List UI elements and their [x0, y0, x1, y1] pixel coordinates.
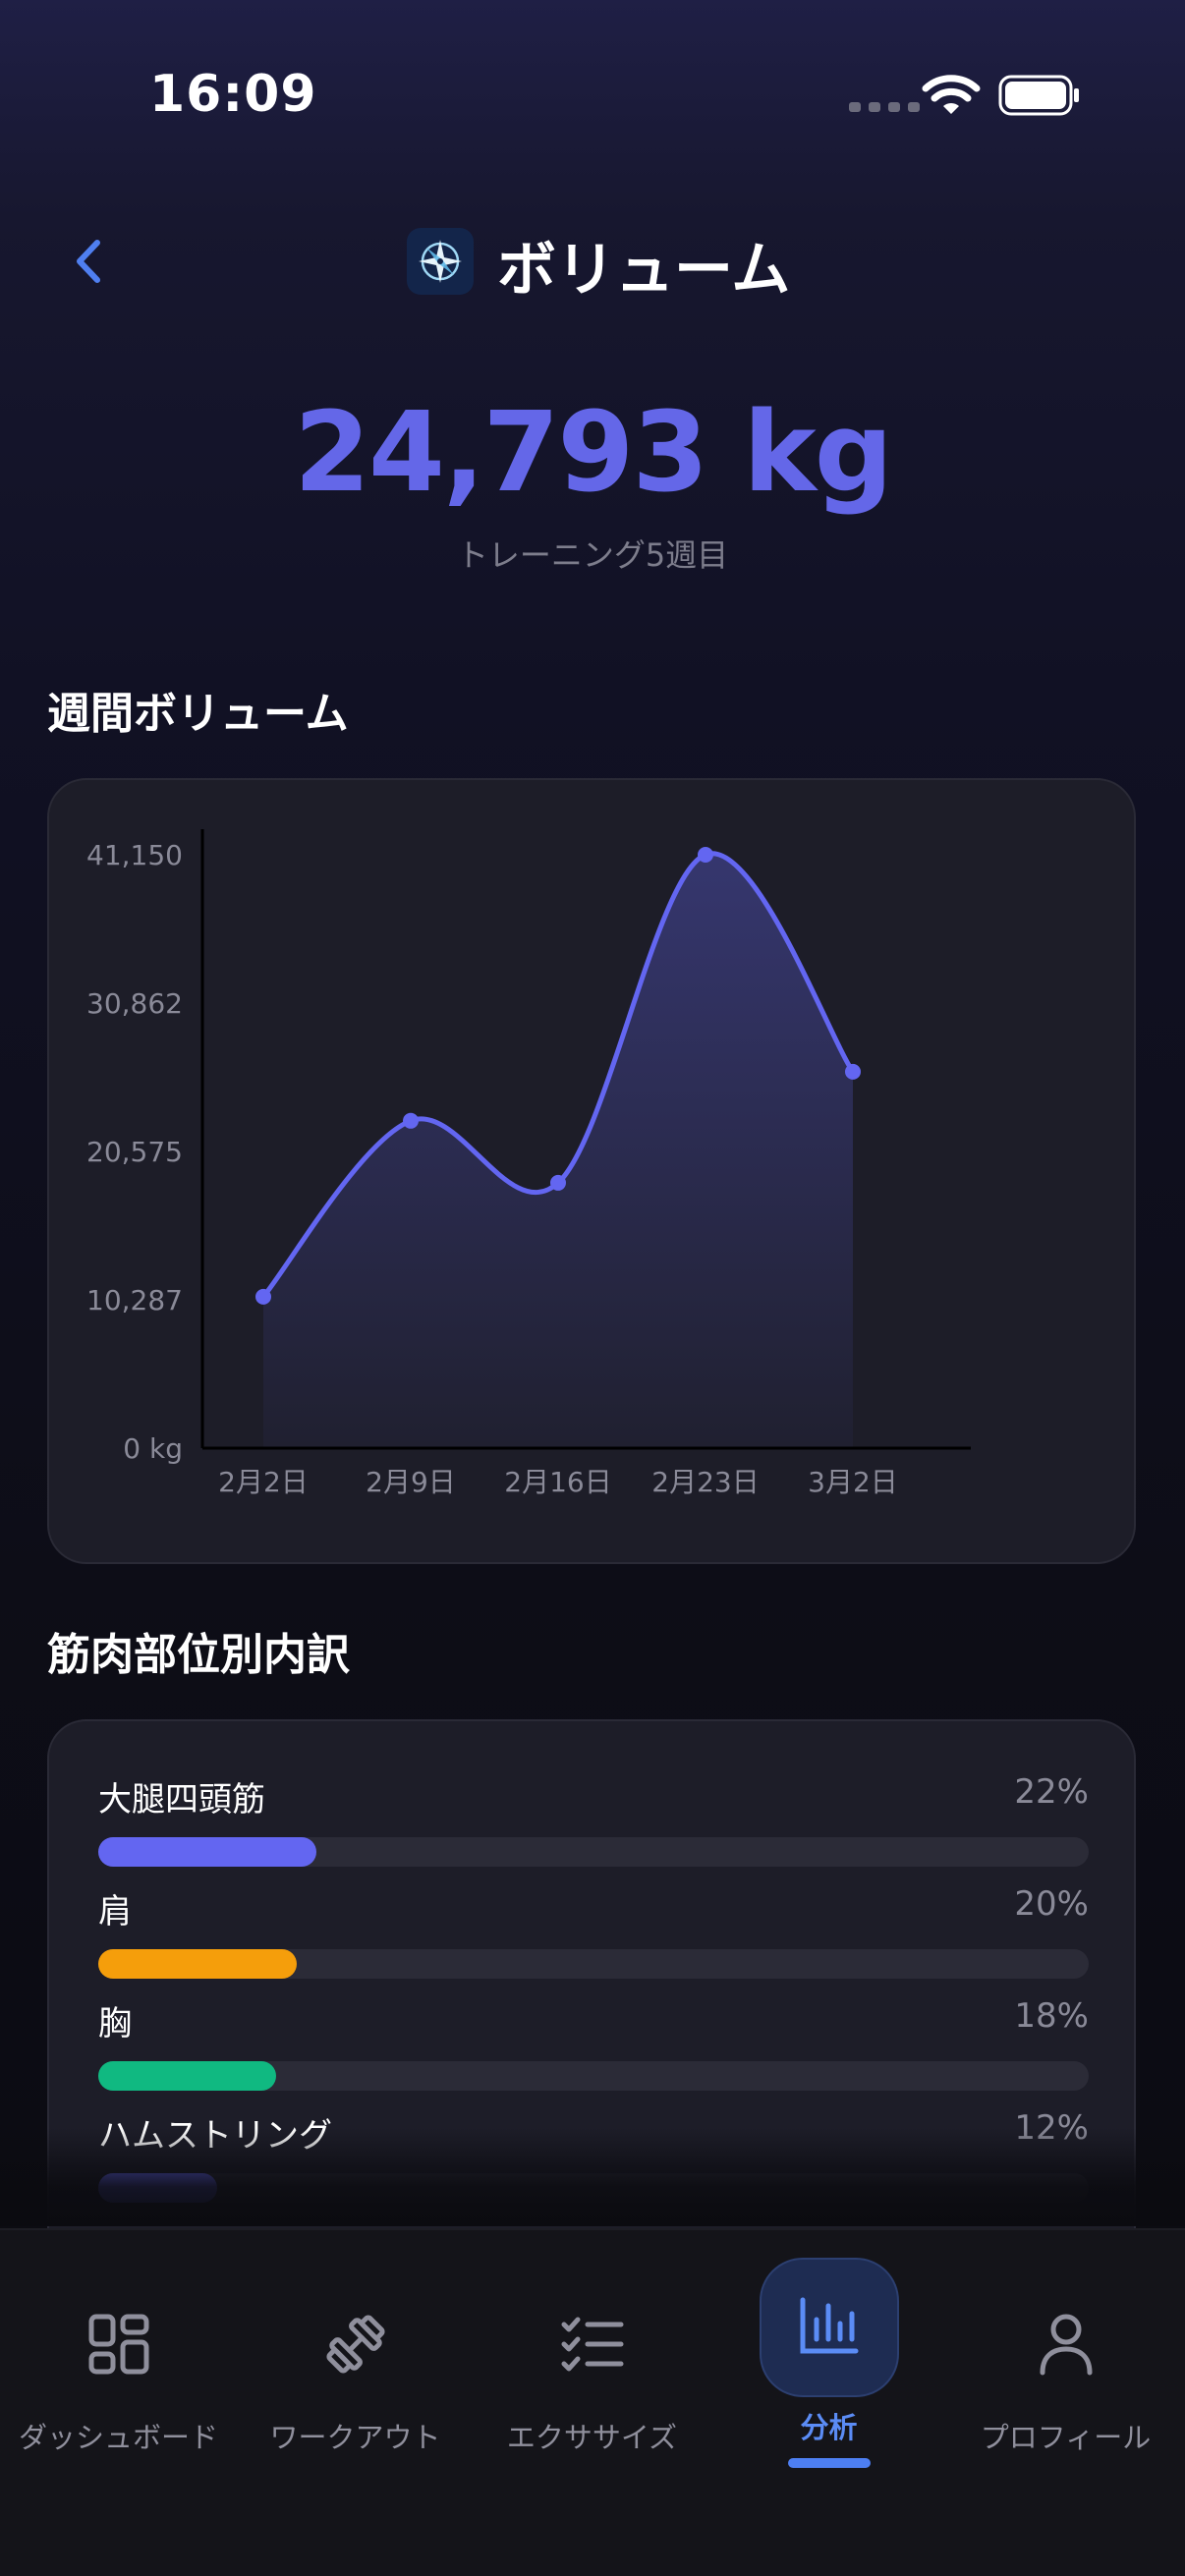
tab-bar: ダッシュボード ワークアウト エクササイズ 分析 プロフィール — [0, 2228, 1185, 2576]
data-point[interactable] — [255, 1288, 271, 1305]
muscle-progress-fill — [98, 1949, 297, 1979]
muscle-progress-track — [98, 1837, 1089, 1867]
wifi-icon — [922, 75, 981, 114]
y-tick-label: 10,287 — [86, 1284, 183, 1316]
page-title: ボリューム — [497, 236, 791, 305]
back-button[interactable] — [59, 232, 118, 291]
scroll-fade — [0, 2128, 1185, 2226]
muscle-progress-fill — [98, 1837, 316, 1867]
x-tick-label: 2月23日 — [651, 1466, 759, 1498]
y-tick-label: 30,862 — [86, 987, 183, 1020]
tab-label: ワークアウト — [269, 2421, 441, 2454]
bar-chart-icon — [790, 2287, 869, 2366]
battery-icon — [998, 75, 1079, 116]
tab-profile[interactable]: プロフィール — [947, 2230, 1184, 2486]
volume-area — [263, 853, 853, 1448]
data-point[interactable] — [550, 1174, 566, 1191]
weekly-volume-chart[interactable]: 0 kg 10,287 20,575 30,862 41,150 2月2日 2月9日 2月1… — [49, 780, 1138, 1566]
training-week-label: トレーニング5週目 — [456, 536, 729, 574]
muscle-name: 大腿四頭筋 — [98, 1780, 265, 1820]
total-volume-value: 24,793 kg — [294, 389, 893, 517]
x-tick-label: 2月16日 — [504, 1466, 611, 1498]
data-point[interactable] — [698, 847, 713, 863]
tab-analytics[interactable]: 分析 — [710, 2230, 947, 2486]
muscle-progress-track — [98, 2061, 1089, 2091]
x-tick-label: 2月9日 — [366, 1466, 456, 1498]
data-point[interactable] — [845, 1063, 861, 1080]
compass-icon — [407, 228, 474, 295]
x-tick-label: 2月2日 — [218, 1466, 309, 1498]
y-tick-label: 20,575 — [86, 1136, 183, 1168]
muscle-progress-track — [98, 1949, 1089, 1979]
tab-label: プロフィール — [980, 2421, 1152, 2454]
dumbbell-icon — [316, 2305, 395, 2383]
tab-workout[interactable]: ワークアウト — [237, 2230, 474, 2486]
tab-exercises[interactable]: エクササイズ — [474, 2230, 710, 2486]
data-point[interactable] — [403, 1112, 419, 1129]
muscle-percent: 20% — [1014, 1884, 1089, 1924]
tab-label: エクササイズ — [506, 2421, 678, 2454]
y-tick-label: 41,150 — [86, 839, 183, 871]
muscle-breakdown-title: 筋肉部位別内訳 — [47, 1630, 350, 1680]
muscle-percent: 18% — [1014, 1996, 1089, 2036]
muscle-percent: 22% — [1014, 1772, 1089, 1812]
weekly-volume-chart-card: 0 kg 10,287 20,575 30,862 41,150 2月2日 2月9日 2月1… — [47, 778, 1136, 1564]
y-tick-label: 0 kg — [123, 1432, 183, 1465]
x-tick-label: 3月2日 — [808, 1466, 898, 1498]
checklist-icon — [553, 2305, 632, 2383]
dashboard-grid-icon — [80, 2305, 158, 2383]
weekly-volume-title: 週間ボリューム — [47, 689, 349, 739]
person-icon — [1027, 2305, 1105, 2383]
tab-label: ダッシュボード — [18, 2421, 218, 2454]
chevron-left-icon — [77, 240, 100, 283]
muscle-name: 肩 — [98, 1892, 132, 1932]
tab-label: 分析 — [800, 2411, 858, 2444]
tab-dashboard[interactable]: ダッシュボード — [0, 2230, 237, 2486]
status-time: 16:09 — [149, 65, 317, 124]
active-tab-indicator — [787, 2458, 871, 2468]
muscle-progress-fill — [98, 2061, 277, 2091]
muscle-name: 胸 — [98, 2004, 132, 2044]
cellular-signal-icon — [849, 102, 920, 112]
